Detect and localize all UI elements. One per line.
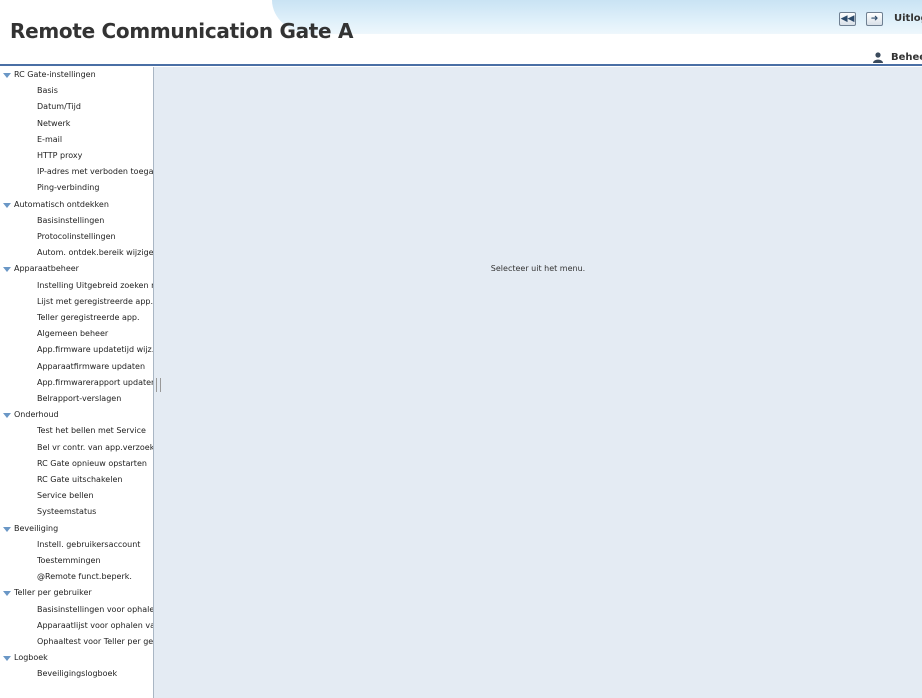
logout-arrow-icon[interactable]: ➜ (866, 12, 883, 26)
sidebar-category[interactable]: Teller per gebruiker (0, 585, 153, 601)
main-content: Selecteer uit het menu. (154, 67, 922, 698)
sidebar-category-label: Logboek (14, 653, 48, 663)
sidebar-category[interactable]: Onderhoud (0, 407, 153, 423)
sidebar-category-label: Apparaatbeheer (14, 264, 79, 274)
sidebar-menu-item[interactable]: Bel vr contr. van app.verzoek (0, 440, 153, 456)
sidebar-category-label: Automatisch ontdekken (14, 199, 109, 209)
header-divider (0, 64, 922, 66)
expand-triangle-icon[interactable] (3, 73, 11, 78)
sidebar-menu-item[interactable]: Teller geregistreerde app. (0, 310, 153, 326)
splitter-handle[interactable] (156, 378, 161, 392)
expand-triangle-icon[interactable] (3, 202, 11, 208)
sidebar-menu-item[interactable]: IP-adres met verboden toegang (0, 164, 153, 180)
sidebar-menu-item[interactable]: Apparaatfirmware updaten (0, 359, 153, 375)
sidebar-menu-item[interactable]: Ping-verbinding (0, 180, 153, 196)
expand-triangle-icon[interactable] (3, 413, 11, 419)
sidebar-menu-item[interactable]: Basisinstellingen voor ophalen va (0, 602, 153, 618)
sidebar-menu-item[interactable]: HTTP proxy (0, 148, 153, 164)
app-header: Remote Communication Gate A ◀◀ ➜ Uitlogg… (0, 0, 922, 66)
sidebar-menu-item[interactable]: Beveiligingslogboek (0, 666, 153, 682)
sidebar-menu-item[interactable]: E-mail (0, 132, 153, 148)
sidebar-menu-item[interactable]: RC Gate opnieuw opstarten (0, 456, 153, 472)
sidebar-menu-item[interactable]: Instelling Uitgebreid zoeken naar (0, 278, 153, 294)
user-icon (873, 52, 883, 63)
app-title: Remote Communication Gate A (10, 19, 354, 43)
sidebar-menu-item[interactable]: Lijst met geregistreerde app. (0, 294, 153, 310)
expand-triangle-icon[interactable] (3, 591, 11, 597)
sidebar-menu-item[interactable]: Algemeen beheer (0, 326, 153, 342)
sidebar-menu-item[interactable]: Service bellen (0, 488, 153, 504)
sidebar-menu-item[interactable]: Test het bellen met Service (0, 423, 153, 439)
sidebar-menu-item[interactable]: Instell. gebruikersaccount (0, 537, 153, 553)
sidebar-menu-item[interactable]: App.firmwarerapport updaten (0, 375, 153, 391)
sidebar-category[interactable]: Beveiliging (0, 521, 153, 537)
expand-triangle-icon[interactable] (3, 656, 11, 662)
sidebar-category-label: Onderhoud (14, 410, 59, 420)
expand-triangle-icon[interactable] (3, 267, 11, 273)
sidebar-category[interactable]: Apparaatbeheer (0, 261, 153, 277)
sidebar-menu-item[interactable]: Netwerk (0, 116, 153, 132)
sidebar-menu-item[interactable]: Belrapport-verslagen (0, 391, 153, 407)
sidebar-menu-item[interactable]: App.firmware updatetijd wijz. (0, 342, 153, 358)
sidebar-category[interactable]: RC Gate-instellingen (0, 67, 153, 83)
sidebar-category-label: RC Gate-instellingen (14, 70, 96, 79)
sidebar-menu-item[interactable]: Autom. ontdek.bereik wijzigen (0, 245, 153, 261)
sidebar-menu-item[interactable]: Ophaaltest voor Teller per gebrui (0, 634, 153, 650)
sidebar-category[interactable]: Automatisch ontdekken (0, 197, 153, 213)
sidebar-menu: RC Gate-instellingen Basis Datum/Tijd Netwe… (0, 67, 154, 698)
sidebar-menu-item[interactable]: Systeemstatus (0, 504, 153, 520)
sidebar-category-label: Beveiliging (14, 523, 59, 533)
back-icon[interactable]: ◀◀ (839, 12, 856, 26)
instruction-message: Selecteer uit het menu. (490, 264, 586, 273)
sidebar-menu-item[interactable]: Basisinstellingen (0, 213, 153, 229)
sidebar-menu-item[interactable]: RC Gate uitschakelen (0, 472, 153, 488)
sidebar-menu-item[interactable]: Datum/Tijd (0, 99, 153, 115)
logout-link[interactable]: Uitlogg (894, 13, 922, 24)
sidebar-category[interactable]: Logboek (0, 650, 153, 666)
user-name: Beheerd (891, 52, 922, 63)
expand-triangle-icon[interactable] (3, 526, 11, 532)
sidebar-menu-item[interactable]: Basis (0, 83, 153, 99)
sidebar-category-label: Teller per gebruiker (14, 588, 92, 598)
header-band (272, 0, 922, 34)
sidebar-menu-item[interactable]: Toestemmingen (0, 553, 153, 569)
sidebar-menu-item[interactable]: Protocolinstellingen (0, 229, 153, 245)
sidebar-menu-item[interactable]: Apparaatlijst voor ophalen van Te (0, 618, 153, 634)
sidebar-menu-item[interactable]: @Remote funct.beperk. (0, 569, 153, 585)
